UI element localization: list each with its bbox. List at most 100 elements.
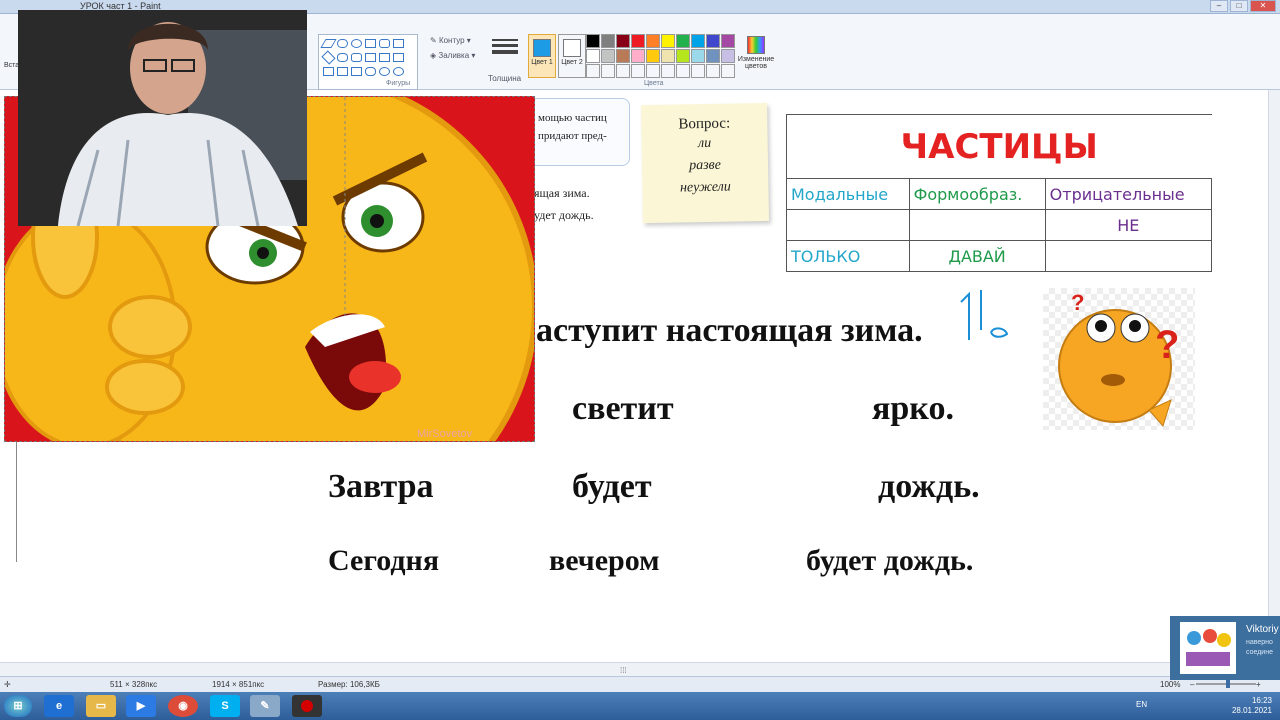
color1-swatch — [533, 39, 551, 57]
five-star-shape-icon[interactable] — [337, 67, 348, 76]
palette-swatch[interactable] — [631, 49, 645, 63]
palette-swatch[interactable] — [661, 49, 675, 63]
palette-swatch[interactable] — [661, 64, 675, 78]
oval-shape-icon[interactable] — [351, 39, 362, 48]
palette-swatch[interactable] — [616, 49, 630, 63]
paint-icon[interactable]: ✎ — [250, 695, 280, 717]
vertical-scrollbar[interactable] — [1268, 90, 1280, 662]
palette-swatch[interactable] — [691, 64, 705, 78]
palette-swatch[interactable] — [721, 49, 735, 63]
rounded-rect-shape-icon[interactable] — [379, 39, 390, 48]
skype-icon[interactable]: S — [210, 695, 240, 717]
palette-swatch[interactable] — [631, 64, 645, 78]
left-arrow-shape-icon[interactable] — [379, 53, 390, 62]
file-size: Размер: 106,3КБ — [318, 680, 380, 689]
palette-swatch[interactable] — [616, 34, 630, 48]
color2-label: Цвет 2 — [561, 59, 583, 66]
table-cell — [786, 209, 910, 241]
question-note: Вопрос: ли разве неужели — [640, 102, 770, 224]
up-arrow-shape-icon[interactable] — [393, 53, 404, 62]
palette-swatch[interactable] — [706, 34, 720, 48]
palette-swatch[interactable] — [676, 34, 690, 48]
fill-dropdown[interactable]: ◈ Заливка ▾ — [430, 51, 475, 60]
color2-button[interactable]: Цвет 2 — [558, 34, 586, 78]
oval-callout-shape-icon[interactable] — [379, 67, 390, 76]
zoom-level: 100% — [1160, 680, 1181, 689]
language-indicator[interactable]: EN — [1136, 700, 1147, 709]
curve-shape-icon[interactable] — [337, 39, 348, 48]
palette-swatch[interactable] — [586, 64, 600, 78]
minimize-button[interactable]: – — [1210, 0, 1228, 12]
palette-swatch[interactable] — [586, 49, 600, 63]
color-palette[interactable] — [586, 34, 735, 78]
notification-toast[interactable]: Viktoriy наверно соедине — [1170, 616, 1280, 680]
six-star-shape-icon[interactable] — [351, 67, 362, 76]
table-cell — [908, 209, 1046, 241]
hexagon-shape-icon[interactable] — [351, 53, 362, 62]
rectangle-shape-icon[interactable] — [365, 39, 376, 48]
sentence-word: Сегодня — [328, 544, 440, 577]
polygon-shape-icon[interactable] — [393, 39, 404, 48]
horizontal-scrollbar[interactable]: ⁞⁞⁞ — [0, 662, 1268, 676]
palette-swatch[interactable] — [631, 34, 645, 48]
palette-swatch[interactable] — [601, 49, 615, 63]
palette-swatch[interactable] — [691, 34, 705, 48]
palette-swatch[interactable] — [646, 64, 660, 78]
recorder-icon[interactable] — [292, 695, 322, 717]
table-cell-tolko: ТОЛЬКО — [786, 240, 910, 272]
sentence-word: дождь. — [878, 468, 980, 505]
palette-swatch[interactable] — [616, 64, 630, 78]
textbox-line: мощью частиц — [538, 112, 607, 124]
palette-swatch[interactable] — [721, 34, 735, 48]
chrome-icon[interactable]: ◉ — [168, 695, 198, 717]
right-arrow-shape-icon[interactable] — [365, 53, 376, 62]
textbox-line: придают пред- — [538, 130, 607, 142]
palette-swatch[interactable] — [721, 64, 735, 78]
svg-text:–: – — [1190, 680, 1195, 689]
palette-swatch[interactable] — [691, 49, 705, 63]
pentagon-shape-icon[interactable] — [337, 53, 348, 62]
palette-swatch[interactable] — [706, 49, 720, 63]
svg-text:+: + — [1256, 680, 1261, 689]
palette-swatch[interactable] — [646, 49, 660, 63]
explorer-icon[interactable]: ▭ — [86, 695, 116, 717]
handwritten-marks — [960, 290, 1009, 340]
start-button[interactable]: ⊞ — [4, 695, 32, 717]
color1-button[interactable]: Цвет 1 — [528, 34, 556, 78]
clock-date: 28.01.2021 — [1231, 706, 1272, 715]
close-button[interactable]: ✕ — [1250, 0, 1276, 12]
four-star-shape-icon[interactable] — [323, 67, 334, 76]
notification-line: наверно — [1246, 639, 1273, 646]
palette-swatch[interactable] — [661, 34, 675, 48]
sentence-word: будет — [572, 468, 652, 505]
palette-swatch[interactable] — [676, 64, 690, 78]
palette-swatch[interactable] — [706, 64, 720, 78]
notification-text: наверно соедине — [1246, 638, 1273, 658]
clock[interactable]: 16:23 28.01.2021 — [1232, 696, 1272, 716]
note-answer: разве — [689, 157, 722, 174]
palette-swatch[interactable] — [586, 34, 600, 48]
cloud-callout-shape-icon[interactable] — [393, 67, 404, 76]
fill-label: Заливка — [438, 51, 470, 60]
paste-button-label[interactable]: Вста — [4, 62, 19, 69]
ie-icon[interactable]: e — [44, 695, 74, 717]
zoom-slider[interactable]: – + — [1190, 679, 1262, 689]
thickness-button[interactable] — [488, 36, 522, 76]
header-modal: Модальные — [786, 178, 910, 210]
palette-swatch[interactable] — [646, 34, 660, 48]
table-title: ЧАСТИЦЫ — [786, 114, 1212, 179]
outline-dropdown[interactable]: ✎ Контур ▾ — [430, 36, 471, 45]
svg-text:?: ? — [1071, 290, 1084, 315]
palette-swatch[interactable] — [676, 49, 690, 63]
line-shape-icon[interactable] — [320, 39, 337, 48]
edit-colors-button[interactable]: Изменение цветов — [736, 36, 776, 70]
palette-swatch[interactable] — [601, 64, 615, 78]
selection-size: 511 × 328пкс — [110, 680, 158, 689]
media-player-icon[interactable]: ▶ — [126, 695, 156, 717]
palette-swatch[interactable] — [601, 34, 615, 48]
textbox-fragment-lower: ящая зима. удет дождь. — [534, 182, 624, 226]
thickness-label: Толщина — [488, 74, 522, 83]
diamond-shape-icon[interactable] — [321, 50, 336, 65]
maximize-button[interactable]: □ — [1230, 0, 1248, 12]
callout-shape-icon[interactable] — [365, 67, 376, 76]
